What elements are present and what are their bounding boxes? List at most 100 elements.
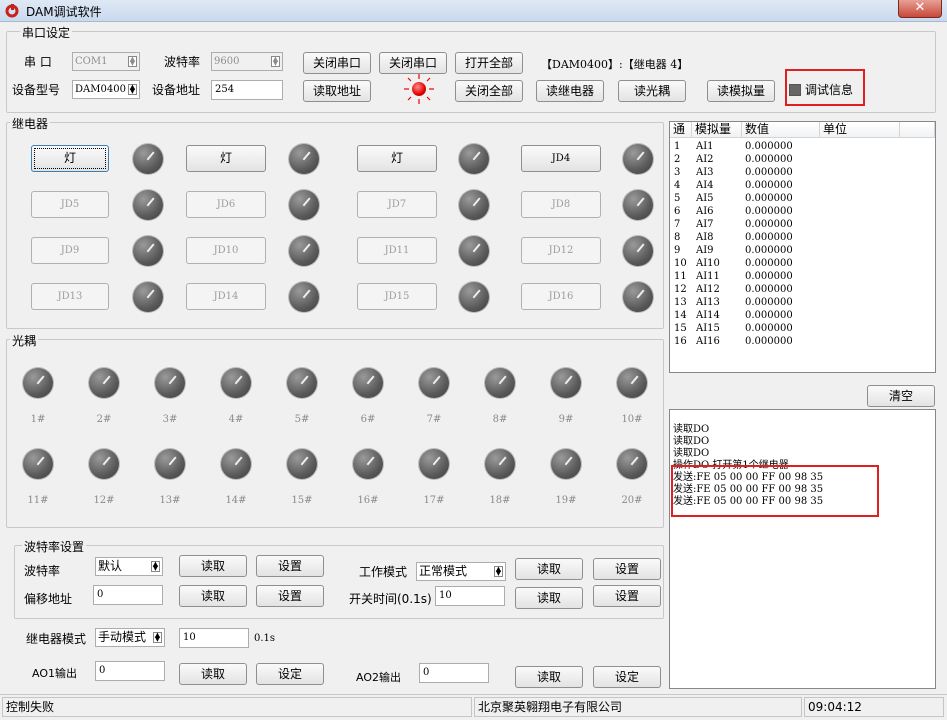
model-select[interactable]: DAM0400 ▲ ▼ bbox=[72, 80, 140, 99]
table-cell: 15 bbox=[674, 323, 687, 334]
title-bar: DAM调试软件 ✕ bbox=[0, 0, 947, 22]
log-line: 读取DO bbox=[673, 424, 710, 435]
col-header-unit[interactable]: 单位 bbox=[820, 122, 900, 138]
relay-button-1[interactable]: 灯 bbox=[31, 145, 109, 172]
table-cell: 0.000000 bbox=[745, 141, 793, 152]
read-opto-button[interactable]: 读光耦 bbox=[618, 80, 686, 102]
table-cell: 0.000000 bbox=[745, 206, 793, 217]
open-all-button[interactable]: 打开全部 bbox=[455, 52, 523, 74]
spin-icon: ▲ ▼ bbox=[153, 631, 162, 643]
table-cell: 0.000000 bbox=[745, 219, 793, 230]
close-port-button-2[interactable]: 关闭串口 bbox=[379, 52, 447, 74]
ao1-read-button[interactable]: 读取 bbox=[179, 663, 247, 685]
table-row[interactable]: 3 AI3 0.000000 bbox=[670, 166, 935, 179]
relay-button-7[interactable]: JD7 bbox=[357, 191, 437, 218]
ao2-input[interactable]: 0 bbox=[419, 663, 489, 683]
work-mode-read-button[interactable]: 读取 bbox=[515, 558, 583, 580]
ao2-set-button[interactable]: 设定 bbox=[593, 666, 661, 688]
relay-button-4[interactable]: JD4 bbox=[521, 145, 601, 172]
opto-status-knob-icon bbox=[419, 368, 449, 398]
log-line: 读取DO bbox=[673, 436, 710, 447]
read-relay-button[interactable]: 读继电器 bbox=[536, 80, 604, 102]
offset-set-button[interactable]: 设置 bbox=[256, 585, 324, 607]
table-row[interactable]: 16 AI16 0.000000 bbox=[670, 335, 935, 348]
app-logo-icon bbox=[5, 4, 19, 18]
port-select[interactable]: COM1 ▲ ▼ bbox=[72, 52, 140, 71]
switch-time-read-button[interactable]: 读取 bbox=[515, 587, 583, 609]
table-row[interactable]: 15 AI15 0.000000 bbox=[670, 322, 935, 335]
table-row[interactable]: 10 AI10 0.000000 bbox=[670, 257, 935, 270]
col-header-value[interactable]: 数值 bbox=[742, 122, 820, 138]
col-header-channel[interactable]: 通 bbox=[670, 122, 692, 138]
ao1-set-button[interactable]: 设定 bbox=[256, 663, 324, 685]
bs-baud-read-button[interactable]: 读取 bbox=[179, 555, 247, 577]
table-row[interactable]: 4 AI4 0.000000 bbox=[670, 179, 935, 192]
opto-label: 17# bbox=[423, 495, 445, 506]
relay-button-12[interactable]: JD12 bbox=[521, 237, 601, 264]
table-cell: 5 bbox=[674, 193, 681, 204]
opto-status-knob-icon bbox=[287, 449, 317, 479]
offset-read-button[interactable]: 读取 bbox=[179, 585, 247, 607]
table-cell: 3 bbox=[674, 167, 681, 178]
baud-select[interactable]: 9600 ▲ ▼ bbox=[211, 52, 283, 71]
relay-button-2[interactable]: 灯 bbox=[186, 145, 266, 172]
baud-settings-label: 波特率设置 bbox=[22, 538, 87, 555]
table-row[interactable]: 2 AI2 0.000000 bbox=[670, 153, 935, 166]
opto-label: 6# bbox=[360, 414, 376, 425]
table-cell: 16 bbox=[674, 336, 687, 347]
table-row[interactable]: 9 AI9 0.000000 bbox=[670, 244, 935, 257]
opto-label: 1# bbox=[30, 414, 46, 425]
table-row[interactable]: 7 AI7 0.000000 bbox=[670, 218, 935, 231]
relay-status-knob-icon bbox=[623, 190, 653, 220]
ao2-read-button[interactable]: 读取 bbox=[515, 666, 583, 688]
relay-button-10[interactable]: JD10 bbox=[186, 237, 266, 264]
col-header-analog[interactable]: 模拟量 bbox=[692, 122, 742, 138]
relay-button-8[interactable]: JD8 bbox=[521, 191, 601, 218]
read-analog-button[interactable]: 读模拟量 bbox=[707, 80, 775, 102]
relay-button-5[interactable]: JD5 bbox=[31, 191, 109, 218]
opto-label: 4# bbox=[228, 414, 244, 425]
close-button[interactable]: ✕ bbox=[898, 0, 942, 18]
table-cell: 0.000000 bbox=[745, 154, 793, 165]
table-row[interactable]: 8 AI8 0.000000 bbox=[670, 231, 935, 244]
relay-button-3[interactable]: 灯 bbox=[357, 145, 437, 172]
clear-button[interactable]: 清空 bbox=[867, 385, 935, 407]
relay-button-15[interactable]: JD15 bbox=[357, 283, 437, 310]
ao1-input[interactable]: 0 bbox=[95, 661, 165, 681]
table-row[interactable]: 12 AI12 0.000000 bbox=[670, 283, 935, 296]
relay-mode-select[interactable]: 手动模式 ▲ ▼ bbox=[95, 628, 165, 647]
debug-log[interactable]: 读取DO 读取DO 读取DO 操作DO 打开第1个继电器 发送:FE 05 00 00 … bbox=[669, 409, 936, 689]
table-row[interactable]: 11 AI11 0.000000 bbox=[670, 270, 935, 283]
table-row[interactable]: 6 AI6 0.000000 bbox=[670, 205, 935, 218]
relay-button-14[interactable]: JD14 bbox=[186, 283, 266, 310]
serial-group-label: 串口设定 bbox=[20, 24, 73, 41]
table-row[interactable]: 5 AI5 0.000000 bbox=[670, 192, 935, 205]
switch-time-input[interactable]: 10 bbox=[435, 586, 505, 606]
table-cell: 0.000000 bbox=[745, 284, 793, 295]
relay-button-11[interactable]: JD11 bbox=[357, 237, 437, 264]
close-all-button[interactable]: 关闭全部 bbox=[455, 80, 523, 102]
addr-label: 设备地址 bbox=[152, 83, 201, 97]
work-mode-set-button[interactable]: 设置 bbox=[593, 558, 661, 580]
relay-status-knob-icon bbox=[623, 236, 653, 266]
analog-table[interactable]: 通 模拟量 数值 单位 1 AI1 0.000000 2 AI2 0.000000 3 AI3… bbox=[669, 121, 936, 373]
device-address-input[interactable]: 254 bbox=[211, 80, 283, 100]
offset-input[interactable]: 0 bbox=[93, 585, 163, 605]
bs-baud-select[interactable]: 默认 ▲ ▼ bbox=[95, 557, 163, 576]
switch-time-set-button[interactable]: 设置 bbox=[593, 585, 661, 607]
table-row[interactable]: 1 AI1 0.000000 bbox=[670, 140, 935, 153]
work-mode-select[interactable]: 正常模式 ▲ ▼ bbox=[416, 562, 506, 581]
relay-button-6[interactable]: JD6 bbox=[186, 191, 266, 218]
table-cell: 7 bbox=[674, 219, 681, 230]
table-row[interactable]: 14 AI14 0.000000 bbox=[670, 309, 935, 322]
relay-status-knob-icon bbox=[133, 236, 163, 266]
relay-button-16[interactable]: JD16 bbox=[521, 283, 601, 310]
relay-button-13[interactable]: JD13 bbox=[31, 283, 109, 310]
relay-time-input[interactable]: 10 bbox=[179, 628, 249, 648]
close-port-button[interactable]: 关闭串口 bbox=[303, 52, 371, 74]
relay-button-9[interactable]: JD9 bbox=[31, 237, 109, 264]
relay-status-knob-icon bbox=[289, 190, 319, 220]
read-address-button[interactable]: 读取地址 bbox=[303, 80, 371, 102]
table-row[interactable]: 13 AI13 0.000000 bbox=[670, 296, 935, 309]
bs-baud-set-button[interactable]: 设置 bbox=[256, 555, 324, 577]
